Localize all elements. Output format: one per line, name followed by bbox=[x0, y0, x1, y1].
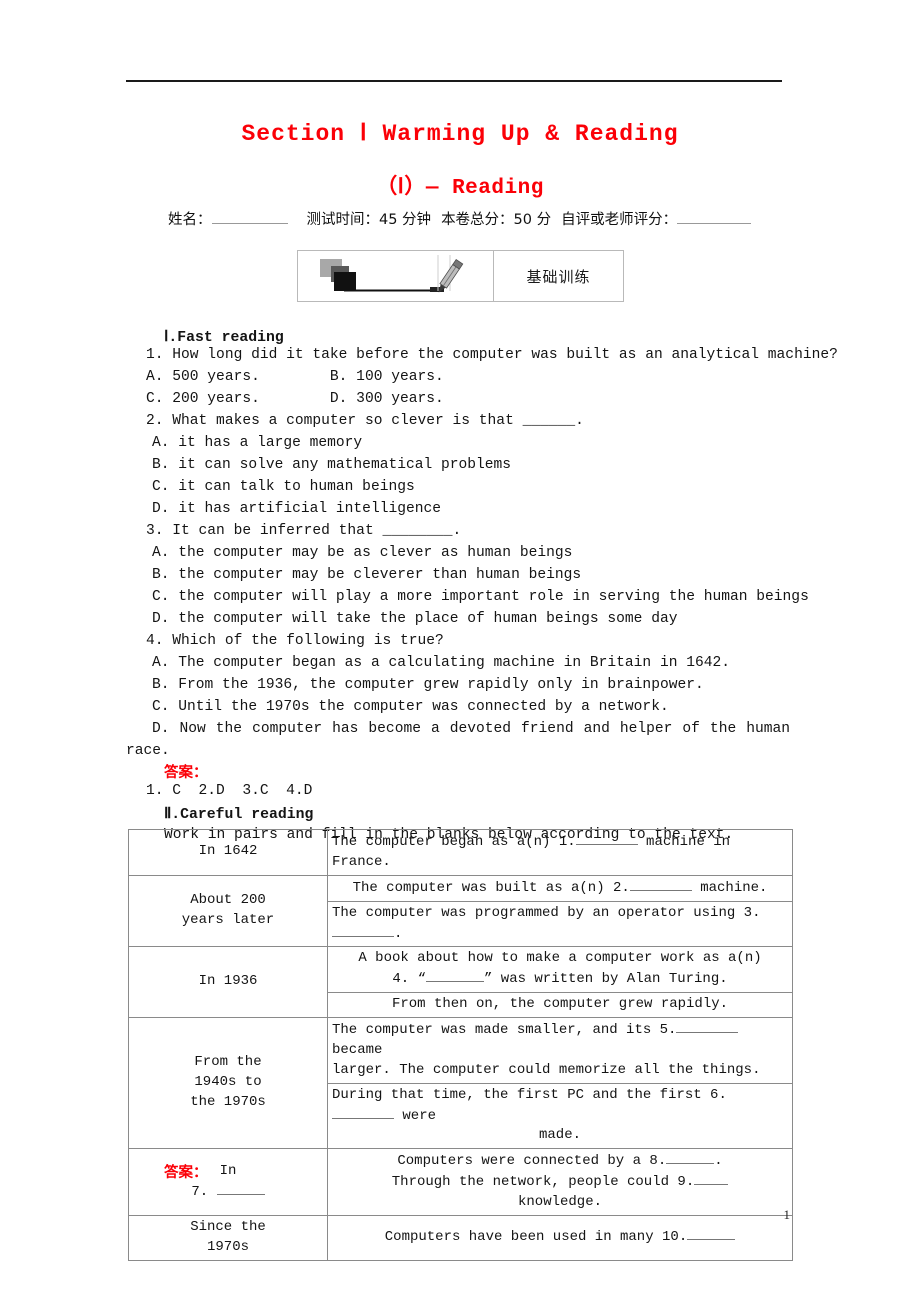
period-cell: From the 1940s to the 1970s bbox=[128, 1016, 328, 1150]
careful-reading-table: In 1642 The computer began as a(n) 1. mac… bbox=[128, 829, 793, 1261]
description-cell: Computers have been used in many 10. bbox=[327, 1214, 793, 1261]
fast-reading-heading: Ⅰ.Fast reading bbox=[164, 330, 284, 346]
description-cell: A book about how to make a computer work… bbox=[327, 946, 793, 994]
q4-stem: 4. Which of the following is true? bbox=[146, 633, 444, 649]
table-row: Since the 1970s Computers have been used i… bbox=[128, 1214, 793, 1261]
q4-option-a: A. The computer began as a calculating m… bbox=[152, 655, 731, 671]
q3-option-d: D. the computer will take the place of h… bbox=[152, 611, 678, 627]
answer-blank[interactable] bbox=[687, 1227, 736, 1241]
q2-option-d: D. it has artificial intelligence bbox=[152, 501, 442, 517]
period-cell: Since the 1970s bbox=[128, 1214, 328, 1261]
q4-option-d: D. Now the computer has become a devoted… bbox=[152, 721, 790, 737]
table-row: In 1936 A book about how to make a comput… bbox=[128, 946, 793, 1018]
description-cell: During that time, the first PC and the f… bbox=[327, 1082, 793, 1150]
time-label: 测试时间：45 分钟 bbox=[306, 212, 432, 228]
q2-option-c: C. it can talk to human beings bbox=[152, 479, 415, 495]
careful-reading-answer-label: 答案： bbox=[164, 1165, 208, 1181]
q3-option-c: C. the computer will play a more importa… bbox=[152, 589, 809, 605]
page-number: 1 bbox=[783, 1207, 791, 1222]
description-cell: The computer was programmed by an operat… bbox=[327, 900, 793, 948]
description-cell: The computer was built as a(n) 2. machin… bbox=[327, 874, 793, 902]
description-cell: The computer was made smaller, and its 5… bbox=[327, 1017, 793, 1084]
pencil-drawing-icon bbox=[320, 255, 464, 293]
answer-blank[interactable] bbox=[694, 1172, 729, 1186]
q3-stem: 3. It can be inferred that ________. bbox=[146, 523, 462, 539]
answer-blank[interactable] bbox=[629, 878, 692, 891]
banner-label: 基础训练 bbox=[526, 267, 591, 286]
page-title: Section Ⅰ Warming Up & Reading bbox=[241, 121, 679, 147]
answer-blank[interactable] bbox=[676, 1020, 739, 1033]
table-row: From the 1940s to the 1970s The computer wa… bbox=[128, 1016, 793, 1150]
period-cell: In 1936 bbox=[128, 946, 328, 1018]
answer-blank[interactable] bbox=[666, 1151, 715, 1165]
table-row: About 200 years later The computer was bui… bbox=[128, 874, 793, 948]
q1-options-ab: A. 500 years. B. 100 years. bbox=[146, 369, 444, 385]
period-cell: About 200 years later bbox=[128, 874, 328, 948]
careful-reading-heading: Ⅱ.Careful reading bbox=[164, 807, 314, 823]
self-score-label: 自评或老师评分： bbox=[561, 212, 678, 228]
fast-reading-answers: 1. C 2.D 3.C 4.D bbox=[146, 783, 313, 799]
q4-option-c: C. Until the 1970s the computer was conn… bbox=[152, 699, 669, 715]
page-subtitle: （Ⅰ）— Reading bbox=[376, 177, 544, 200]
q2-option-a: A. it has a large memory bbox=[152, 435, 363, 451]
fast-reading-answer-label: 答案： bbox=[164, 765, 208, 781]
answer-blank[interactable] bbox=[216, 1182, 265, 1195]
table-row: In 7. Computers were connected by a 8.. Th… bbox=[128, 1148, 793, 1216]
description-cell: Computers were connected by a 8.. Through… bbox=[327, 1148, 793, 1216]
answer-blank[interactable] bbox=[332, 1106, 394, 1119]
q2-option-b: B. it can solve any mathematical problem… bbox=[152, 457, 512, 473]
q3-option-b: B. the computer may be cleverer than hum… bbox=[152, 567, 582, 583]
name-label: 姓名： bbox=[168, 212, 212, 228]
exam-info-line: 姓名： 测试时间：45 分钟 本卷总分：50 分自评或老师评分： bbox=[168, 208, 808, 229]
q3-option-a: A. the computer may be as clever as huma… bbox=[152, 545, 573, 561]
q4-option-b: B. From the 1936, the computer grew rapi… bbox=[152, 677, 704, 693]
q2-stem: 2. What makes a computer so clever is th… bbox=[146, 413, 584, 429]
self-score-blank[interactable] bbox=[677, 210, 752, 224]
answer-blank[interactable] bbox=[575, 832, 638, 845]
document-page: Section Ⅰ Warming Up & Reading （Ⅰ）— Read… bbox=[0, 0, 920, 1302]
description-cell: From then on, the computer grew rapidly. bbox=[327, 992, 793, 1018]
q1-options-cd: C. 200 years. D. 300 years. bbox=[146, 391, 444, 407]
period-cell: In 1642 bbox=[128, 829, 328, 876]
header-rule bbox=[126, 80, 782, 82]
banner-icon-cell bbox=[298, 251, 494, 301]
section-banner: 基础训练 bbox=[297, 250, 624, 302]
answer-blank[interactable] bbox=[332, 924, 394, 937]
total-score-label: 本卷总分：50 分 bbox=[441, 212, 552, 228]
description-cell: The computer began as a(n) 1. machine in… bbox=[327, 829, 793, 876]
period-cell: In 7. bbox=[128, 1148, 328, 1216]
name-blank[interactable] bbox=[211, 210, 288, 224]
q1-stem: 1. How long did it take before the compu… bbox=[146, 347, 838, 363]
q4-option-d-wrap: race. bbox=[126, 743, 170, 759]
table-row: In 1642 The computer began as a(n) 1. mac… bbox=[128, 829, 793, 876]
answer-blank[interactable] bbox=[425, 969, 484, 983]
